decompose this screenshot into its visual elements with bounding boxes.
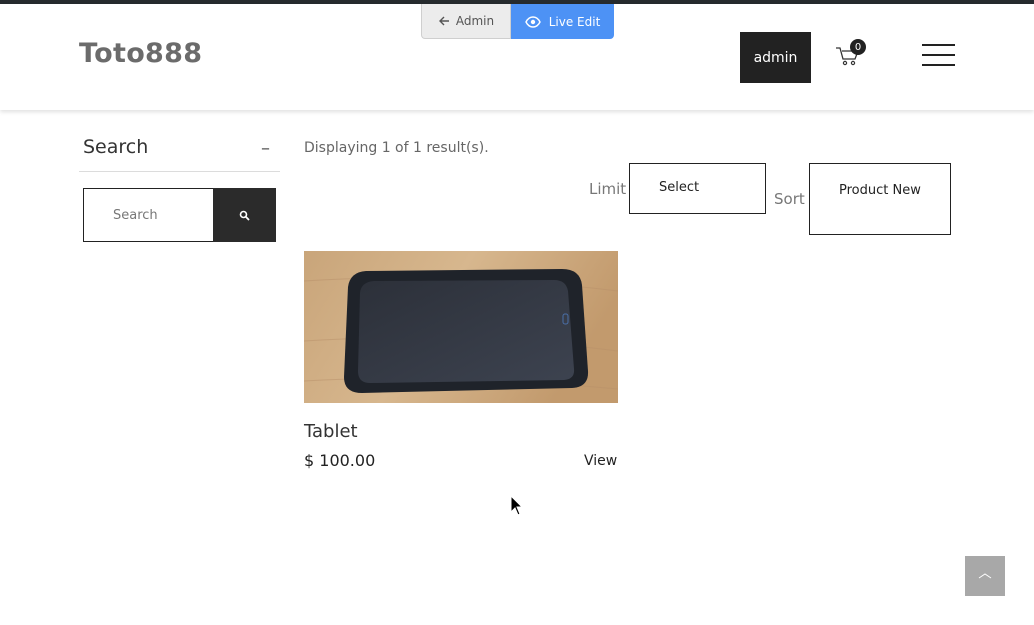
admin-back-label: Admin (455, 14, 495, 28)
mouse-cursor-icon (510, 495, 524, 516)
live-edit-label: Live Edit (548, 14, 601, 29)
search-button[interactable] (213, 188, 276, 242)
cart-count-badge: 0 (850, 39, 866, 55)
search-input[interactable] (83, 188, 214, 242)
hamburger-menu-icon[interactable] (922, 44, 955, 66)
admin-back-button[interactable]: Admin (421, 4, 511, 39)
live-edit-button[interactable]: Live Edit (511, 4, 614, 39)
scroll-to-top-button[interactable] (965, 556, 1005, 596)
chevron-up-icon (978, 573, 992, 579)
search-icon (239, 210, 250, 221)
sort-label: Sort (774, 190, 805, 208)
product-name[interactable]: Tablet (304, 421, 358, 442)
sidebar-search-title: Search (83, 136, 149, 158)
limit-label: Limit (589, 180, 627, 198)
admin-toolbar: Admin Live Edit (421, 4, 614, 39)
product-price: $ 100.00 (304, 451, 376, 470)
results-count: Displaying 1 of 1 result(s). (304, 140, 489, 156)
eye-icon (524, 15, 541, 28)
user-account-button[interactable]: admin (740, 32, 811, 83)
sidebar-divider (79, 171, 280, 172)
product-image[interactable] (304, 251, 618, 403)
sidebar-collapse-toggle[interactable]: – (261, 138, 270, 159)
limit-select[interactable]: Select (629, 163, 766, 214)
sort-select[interactable]: Product New (809, 163, 951, 235)
product-view-link[interactable]: View (584, 453, 617, 469)
site-logo[interactable]: Toto888 (79, 38, 202, 69)
arrow-left-icon (438, 16, 449, 26)
